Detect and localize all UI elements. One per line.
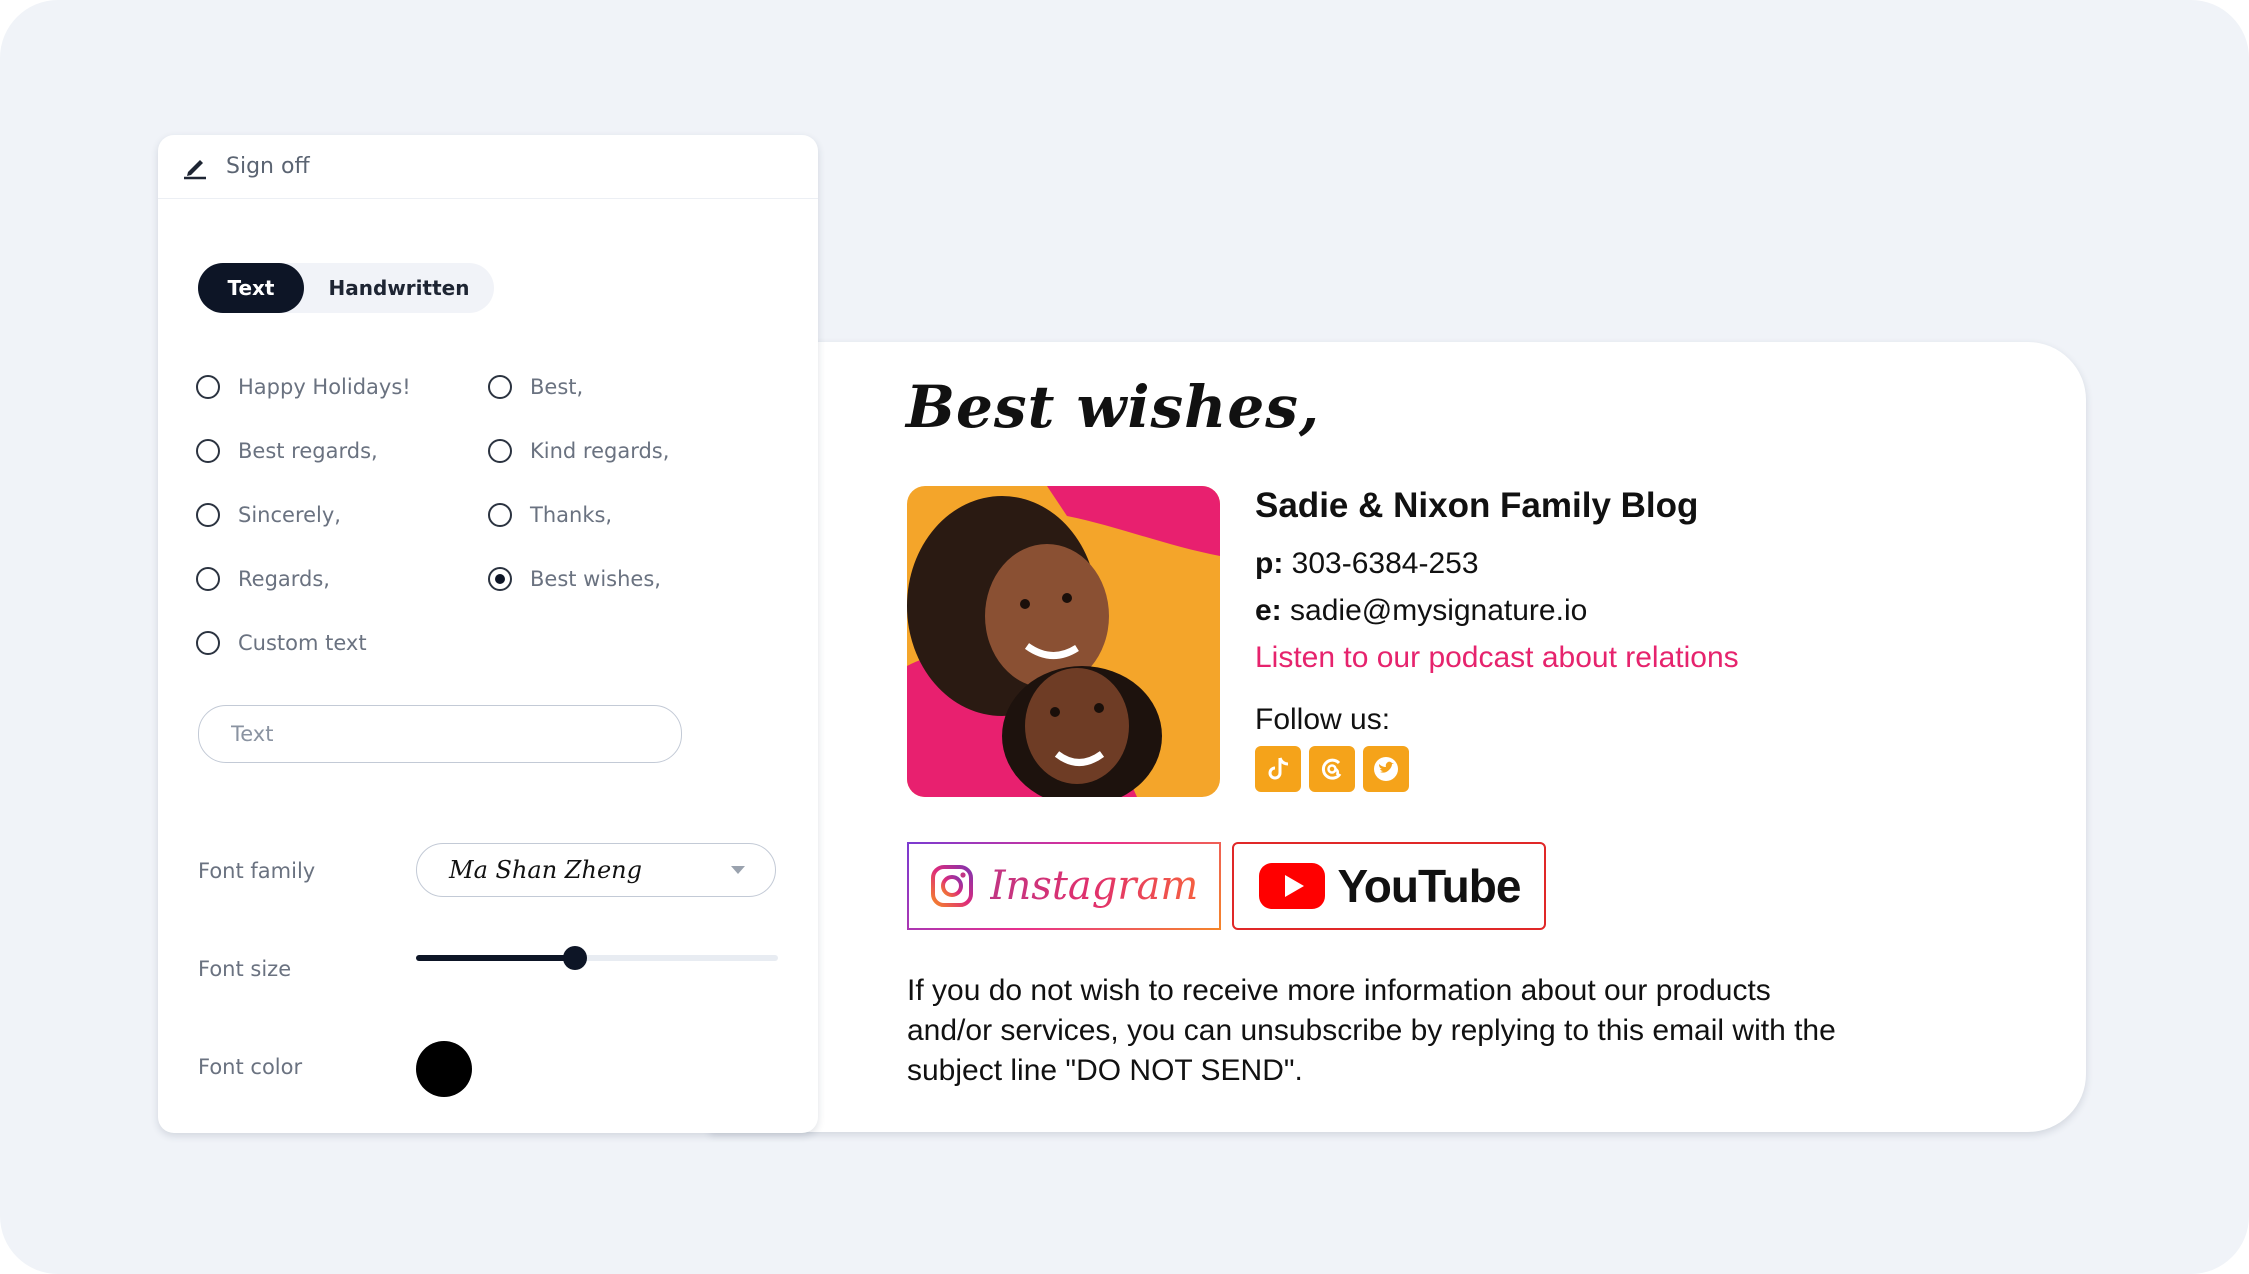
option-happy-holidays[interactable]: Happy Holidays! bbox=[196, 375, 411, 399]
option-best-wishes[interactable]: Best wishes, bbox=[488, 567, 661, 591]
option-label: Regards, bbox=[238, 567, 330, 591]
signoff-type-toggle: Text Handwritten bbox=[198, 263, 494, 313]
youtube-button[interactable]: YouTube bbox=[1232, 842, 1546, 930]
radio-circle bbox=[488, 503, 512, 527]
slider-thumb[interactable] bbox=[563, 946, 588, 970]
option-label: Best, bbox=[530, 375, 584, 399]
radio-circle bbox=[196, 375, 220, 399]
option-label: Happy Holidays! bbox=[238, 375, 411, 399]
panel-header: Sign off bbox=[158, 135, 818, 199]
font-size-label: Font size bbox=[198, 957, 292, 981]
email-label: e: bbox=[1255, 594, 1282, 627]
option-best-regards[interactable]: Best regards, bbox=[196, 439, 378, 463]
phone-line: p: 303-6384-253 bbox=[1255, 547, 1479, 581]
phone-label: p: bbox=[1255, 547, 1284, 580]
font-size-slider[interactable] bbox=[416, 943, 778, 973]
email-line: e: sadie@mysignature.io bbox=[1255, 594, 1587, 628]
pen-icon bbox=[184, 159, 206, 179]
font-family-label: Font family bbox=[198, 859, 316, 883]
company-name: Sadie & Nixon Family Blog bbox=[1255, 486, 1699, 525]
custom-text-input[interactable] bbox=[198, 705, 682, 763]
youtube-icon bbox=[1258, 863, 1325, 909]
app-canvas: Best wishes, Sadie & Nixon Family Blog p… bbox=[0, 0, 2249, 1274]
tab-handwritten[interactable]: Handwritten bbox=[304, 263, 494, 313]
tiktok-icon[interactable] bbox=[1255, 746, 1301, 792]
chevron-down-icon bbox=[731, 866, 745, 874]
youtube-label: YouTube bbox=[1337, 860, 1522, 912]
twitter-icon[interactable] bbox=[1363, 746, 1409, 792]
option-label: Thanks, bbox=[530, 503, 613, 527]
signoff-options: Happy Holidays! Best, Best regards, Kind… bbox=[196, 375, 796, 695]
panel-title: Sign off bbox=[226, 154, 310, 179]
option-thanks[interactable]: Thanks, bbox=[488, 503, 612, 527]
option-regards[interactable]: Regards, bbox=[196, 567, 330, 591]
option-label: Best regards, bbox=[238, 439, 378, 463]
instagram-button[interactable]: Instagram bbox=[907, 842, 1221, 930]
radio-circle bbox=[196, 439, 220, 463]
radio-circle bbox=[196, 631, 220, 655]
profile-photo bbox=[907, 486, 1220, 797]
tab-text[interactable]: Text bbox=[198, 263, 304, 313]
radio-circle bbox=[488, 375, 512, 399]
option-best[interactable]: Best, bbox=[488, 375, 583, 399]
option-label: Kind regards, bbox=[530, 439, 670, 463]
font-family-select[interactable]: Ma Shan Zheng bbox=[416, 843, 776, 897]
radio-circle-selected bbox=[488, 567, 512, 591]
threads-icon[interactable] bbox=[1309, 746, 1355, 792]
font-color-label: Font color bbox=[198, 1055, 303, 1079]
radio-circle bbox=[488, 439, 512, 463]
email-address: sadie@mysignature.io bbox=[1290, 594, 1588, 627]
podcast-link[interactable]: Listen to our podcast about relations bbox=[1255, 641, 1739, 675]
font-family-value: Ma Shan Zheng bbox=[449, 856, 642, 884]
slider-fill bbox=[416, 955, 576, 961]
option-sincerely[interactable]: Sincerely, bbox=[196, 503, 341, 527]
signoff-editor-panel: Sign off Text Handwritten Happy Holidays… bbox=[158, 135, 818, 1133]
instagram-label: Instagram bbox=[989, 863, 1199, 909]
option-custom-text[interactable]: Custom text bbox=[196, 631, 367, 655]
option-label: Best wishes, bbox=[530, 567, 661, 591]
option-label: Sincerely, bbox=[238, 503, 341, 527]
unsubscribe-disclaimer: If you do not wish to receive more infor… bbox=[907, 974, 1836, 1087]
phone-number: 303-6384-253 bbox=[1291, 547, 1479, 580]
radio-circle bbox=[196, 503, 220, 527]
follow-label: Follow us: bbox=[1255, 703, 1391, 736]
font-color-swatch[interactable] bbox=[416, 1041, 472, 1097]
option-kind-regards[interactable]: Kind regards, bbox=[488, 439, 669, 463]
radio-circle bbox=[196, 567, 220, 591]
signoff-preview: Best wishes, bbox=[906, 373, 1321, 441]
instagram-icon bbox=[930, 865, 973, 907]
option-label: Custom text bbox=[238, 631, 367, 655]
